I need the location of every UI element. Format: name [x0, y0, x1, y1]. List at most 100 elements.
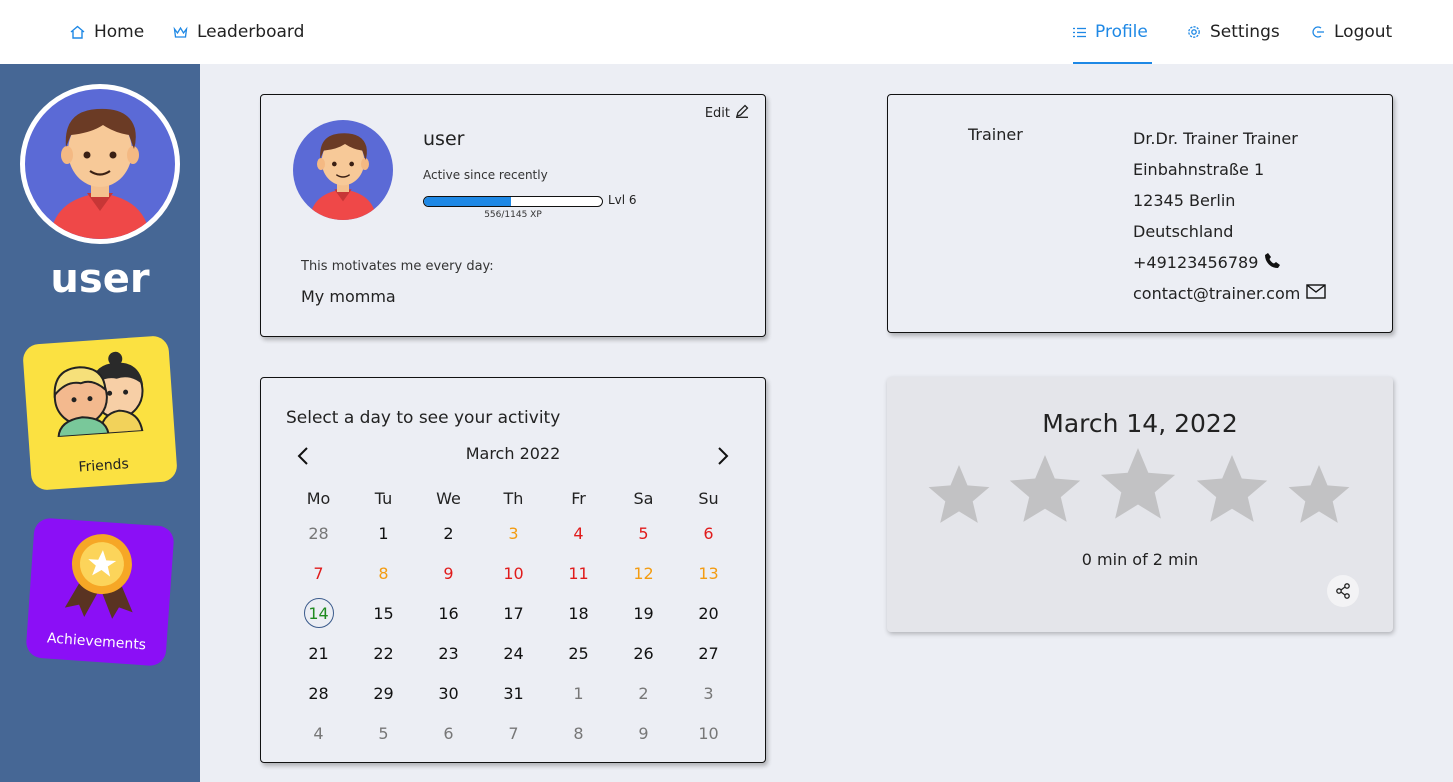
- calendar-day[interactable]: 2: [416, 513, 481, 553]
- weekday-header: Su: [698, 488, 719, 508]
- calendar-day[interactable]: 29: [351, 673, 416, 713]
- profile-card: Edit user Active since recently Lvl 6 55…: [260, 94, 766, 337]
- calendar-day-number: 13: [698, 563, 719, 583]
- sidebar-username: user: [50, 256, 150, 302]
- calendar-day[interactable]: 4: [286, 713, 351, 753]
- activity-minutes: 0 min of 2 min: [1081, 550, 1199, 569]
- calendar-day[interactable]: 30: [416, 673, 481, 713]
- achievements-label: Achievements: [46, 630, 147, 654]
- calendar-day[interactable]: 7: [286, 553, 351, 593]
- rating-star[interactable]: [1100, 448, 1176, 519]
- calendar-day[interactable]: 6: [416, 713, 481, 753]
- achievements-tile[interactable]: Achievements: [25, 517, 175, 667]
- calendar-day[interactable]: 2: [611, 673, 676, 713]
- calendar-day-number: 9: [638, 723, 649, 743]
- prev-month-button[interactable]: [291, 444, 315, 468]
- calendar-day[interactable]: 10: [676, 713, 741, 753]
- calendar-day[interactable]: 22: [351, 633, 416, 673]
- nav-home[interactable]: Home: [70, 0, 144, 64]
- calendar-day[interactable]: 9: [611, 713, 676, 753]
- calendar-day-number: 2: [638, 683, 649, 703]
- calendar-day[interactable]: 8: [351, 553, 416, 593]
- xp-progress-bar: [423, 196, 603, 207]
- nav-settings-label: Settings: [1210, 22, 1280, 42]
- edit-label: Edit: [704, 105, 730, 121]
- trainer-email[interactable]: contact@trainer.com: [1133, 278, 1327, 309]
- rating-star[interactable]: [1009, 455, 1081, 522]
- calendar-day[interactable]: 19: [611, 593, 676, 633]
- edit-profile-button[interactable]: Edit: [705, 104, 749, 122]
- trainer-city: 12345 Berlin: [1133, 185, 1326, 216]
- logout-icon: [1311, 25, 1325, 39]
- next-month-button[interactable]: [711, 444, 735, 468]
- calendar-day-number: 8: [378, 563, 389, 583]
- calendar-day[interactable]: 12: [611, 553, 676, 593]
- calendar-day[interactable]: 7: [481, 713, 546, 753]
- rating-star[interactable]: [928, 465, 990, 523]
- trainer-card: Trainer Dr.Dr. Trainer Trainer Einbahnst…: [887, 94, 1393, 333]
- medal-icon: [64, 534, 133, 619]
- calendar-day[interactable]: 31: [481, 673, 546, 713]
- calendar-day[interactable]: 1: [546, 673, 611, 713]
- nav-leaderboard[interactable]: Leaderboard: [173, 0, 304, 64]
- calendar-day[interactable]: 28: [286, 673, 351, 713]
- rating-stars: [928, 448, 1350, 523]
- calendar-day[interactable]: 10: [481, 553, 546, 593]
- nav-profile[interactable]: Profile: [1073, 0, 1152, 64]
- calendar-day[interactable]: 3: [676, 673, 741, 713]
- calendar-day[interactable]: 9: [416, 553, 481, 593]
- rating-star[interactable]: [1288, 465, 1350, 523]
- calendar-day[interactable]: 23: [416, 633, 481, 673]
- calendar-day[interactable]: 11: [546, 553, 611, 593]
- calendar-day[interactable]: 20: [676, 593, 741, 633]
- calendar-day[interactable]: 8: [546, 713, 611, 753]
- calendar-day-number: 30: [438, 683, 459, 703]
- calendar-day[interactable]: 5: [611, 513, 676, 553]
- calendar-day[interactable]: 27: [676, 633, 741, 673]
- share-icon: [1336, 583, 1350, 599]
- gear-icon: [1187, 25, 1201, 39]
- motto-value: My momma: [301, 287, 396, 306]
- trainer-name-text: Dr.Dr. Trainer Trainer: [1133, 129, 1298, 148]
- rating-star[interactable]: [1196, 455, 1268, 522]
- nav-profile-label: Profile: [1095, 22, 1148, 42]
- calendar-day-number: 14: [303, 598, 334, 628]
- nav-logout-label: Logout: [1334, 22, 1393, 42]
- calendar-day-number: 6: [443, 723, 454, 743]
- nav-settings[interactable]: Settings: [1187, 0, 1280, 64]
- calendar-day-number: 20: [698, 603, 719, 623]
- trainer-phone[interactable]: +49123456789: [1133, 247, 1326, 278]
- friends-tile[interactable]: Friends: [22, 335, 178, 491]
- calendar-day[interactable]: 16: [416, 593, 481, 633]
- phone-icon: [1264, 252, 1281, 273]
- calendar-day[interactable]: 24: [481, 633, 546, 673]
- calendar-day-number: 8: [573, 723, 584, 743]
- calendar-day[interactable]: 4: [546, 513, 611, 553]
- calendar-day-number: 3: [703, 683, 714, 703]
- calendar-day[interactable]: 6: [676, 513, 741, 553]
- calendar-day[interactable]: 13: [676, 553, 741, 593]
- calendar-day[interactable]: 21: [286, 633, 351, 673]
- weekday-header: Tu: [374, 488, 393, 508]
- calendar-day-selected[interactable]: 14: [286, 593, 351, 633]
- pencil-icon: [735, 104, 749, 122]
- calendar-day[interactable]: 26: [611, 633, 676, 673]
- calendar-day[interactable]: 15: [351, 593, 416, 633]
- weekday-header: Fr: [571, 488, 586, 508]
- calendar-day-number: 27: [698, 643, 719, 663]
- friends-label: Friends: [78, 456, 130, 476]
- calendar-day[interactable]: 28: [286, 513, 351, 553]
- calendar-day-number: 25: [568, 643, 589, 663]
- calendar-day[interactable]: 5: [351, 713, 416, 753]
- calendar-day-number: 5: [638, 523, 649, 543]
- calendar-day[interactable]: 25: [546, 633, 611, 673]
- calendar-day[interactable]: 1: [351, 513, 416, 553]
- nav-logout[interactable]: Logout: [1311, 0, 1392, 64]
- list-icon: [1073, 27, 1086, 38]
- calendar-day[interactable]: 18: [546, 593, 611, 633]
- calendar-day[interactable]: 17: [481, 593, 546, 633]
- share-button[interactable]: [1327, 575, 1359, 607]
- calendar-day-number: 1: [378, 523, 389, 543]
- calendar-day[interactable]: 3: [481, 513, 546, 553]
- calendar-day-number: 17: [503, 603, 524, 623]
